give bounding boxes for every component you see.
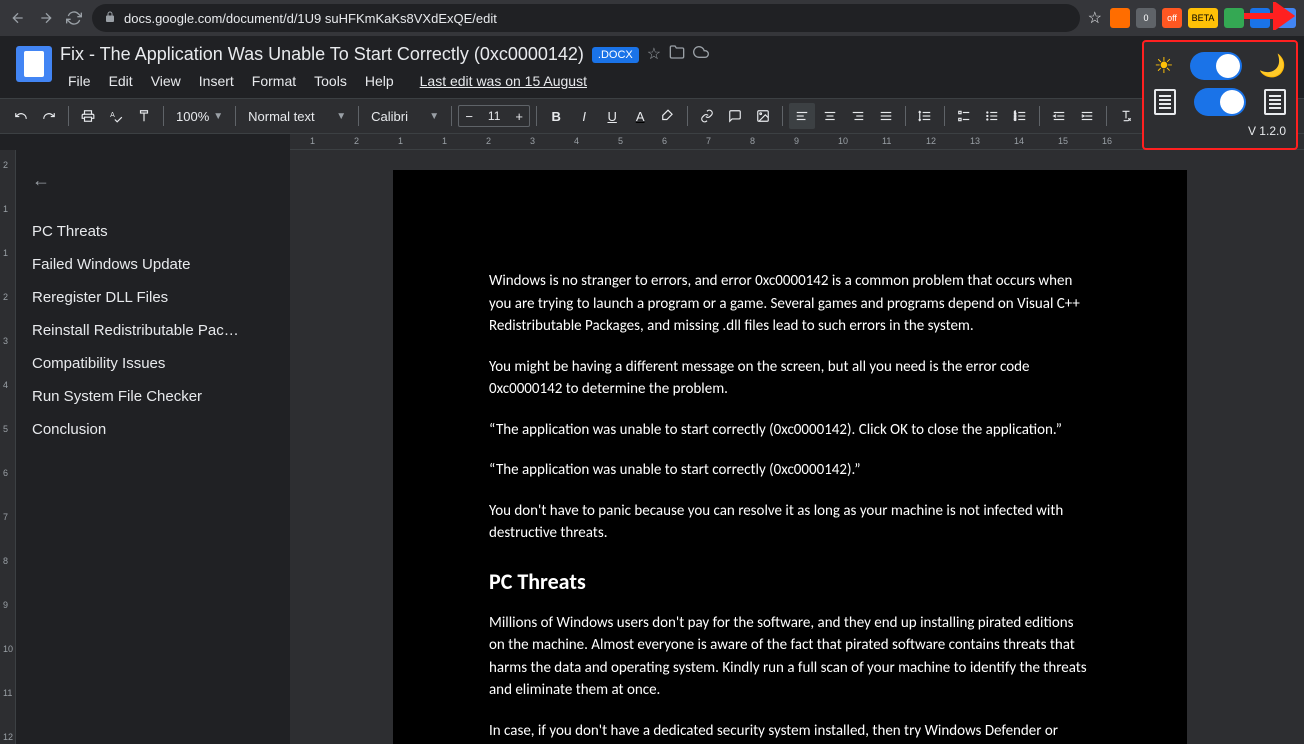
bookmark-star-icon[interactable]: ☆ <box>1088 8 1102 28</box>
back-button[interactable] <box>8 8 28 28</box>
url-text: docs.google.com/document/d/1U9 suHFKmKaK… <box>124 11 497 26</box>
font-size-decrease[interactable]: − <box>459 106 479 126</box>
outline-item-6[interactable]: Conclusion <box>32 413 274 446</box>
lock-icon <box>104 11 116 26</box>
outline-back-button[interactable]: ← <box>32 170 274 191</box>
spellcheck-button[interactable]: A <box>103 103 129 129</box>
paragraph: “The application was unable to start cor… <box>489 459 1091 482</box>
align-left-button[interactable] <box>789 103 815 129</box>
numbered-list-button[interactable]: 123 <box>1007 103 1033 129</box>
line-spacing-button[interactable] <box>912 103 938 129</box>
menu-format[interactable]: Format <box>244 69 304 93</box>
bold-button[interactable]: B <box>543 103 569 129</box>
document-title[interactable]: Fix - The Application Was Unable To Star… <box>60 44 584 65</box>
heading: PC Threats <box>489 565 1091 598</box>
last-edit-link[interactable]: Last edit was on 15 August <box>412 69 595 93</box>
formatting-toolbar: A 100%▼ Normal text▼ Calibri▼ − 11 + B I… <box>0 98 1304 134</box>
font-family-select[interactable]: Calibri▼ <box>365 107 445 126</box>
align-justify-button[interactable] <box>873 103 899 129</box>
dark-mode-toggle[interactable] <box>1190 52 1242 80</box>
insert-comment-button[interactable] <box>722 103 748 129</box>
paragraph: Windows is no stranger to errors, and er… <box>489 270 1091 338</box>
redo-button[interactable] <box>36 103 62 129</box>
vertical-scrollbar[interactable] <box>1290 150 1304 744</box>
paragraph: You don't have to panic because you can … <box>489 500 1091 545</box>
menu-insert[interactable]: Insert <box>191 69 242 93</box>
checklist-button[interactable] <box>951 103 977 129</box>
page-mode-toggle[interactable] <box>1194 88 1246 116</box>
zoom-select[interactable]: 100%▼ <box>170 107 229 126</box>
menu-edit[interactable]: Edit <box>101 69 141 93</box>
sun-icon: ☀ <box>1154 53 1174 79</box>
menu-help[interactable]: Help <box>357 69 402 93</box>
document-canvas[interactable]: Windows is no stranger to errors, and er… <box>290 150 1290 744</box>
outline-item-4[interactable]: Compatibility Issues <box>32 347 274 380</box>
docx-badge: .DOCX <box>592 47 639 63</box>
indent-increase-button[interactable] <box>1074 103 1100 129</box>
extension-popup: ☀ 🌙 V 1.2.0 <box>1142 40 1298 150</box>
insert-link-button[interactable] <box>694 103 720 129</box>
paragraph: You might be having a different message … <box>489 356 1091 401</box>
italic-button[interactable]: I <box>571 103 597 129</box>
ext-icon-beta[interactable]: BETA <box>1188 8 1218 28</box>
font-size-control: − 11 + <box>458 105 530 127</box>
highlight-button[interactable] <box>655 103 681 129</box>
svg-text:A: A <box>110 112 115 119</box>
text-color-button[interactable]: A <box>627 103 653 129</box>
document-outline: ← PC Threats Failed Windows Update Rereg… <box>16 150 290 744</box>
insert-image-button[interactable] <box>750 103 776 129</box>
vertical-ruler[interactable]: 21123456789101112 <box>0 150 16 744</box>
paint-format-button[interactable] <box>131 103 157 129</box>
svg-text:3: 3 <box>1014 118 1016 122</box>
ext-icon-5[interactable] <box>1224 8 1244 28</box>
paragraph-style-select[interactable]: Normal text▼ <box>242 107 352 126</box>
outline-item-1[interactable]: Failed Windows Update <box>32 248 274 281</box>
reload-button[interactable] <box>64 8 84 28</box>
print-button[interactable] <box>75 103 101 129</box>
ext-icon-badge-0[interactable]: 0 <box>1136 8 1156 28</box>
menu-view[interactable]: View <box>143 69 189 93</box>
indent-decrease-button[interactable] <box>1046 103 1072 129</box>
page-dark-icon <box>1264 89 1286 115</box>
align-right-button[interactable] <box>845 103 871 129</box>
browser-toolbar: docs.google.com/document/d/1U9 suHFKmKaK… <box>0 0 1304 36</box>
font-size-increase[interactable]: + <box>509 106 529 126</box>
align-center-button[interactable] <box>817 103 843 129</box>
star-icon[interactable]: ☆ <box>647 44 661 65</box>
outline-item-3[interactable]: Reinstall Redistributable Pac… <box>32 314 274 347</box>
paragraph: Millions of Windows users don't pay for … <box>489 612 1091 702</box>
menu-file[interactable]: File <box>60 69 99 93</box>
outline-item-5[interactable]: Run System File Checker <box>32 380 274 413</box>
url-bar[interactable]: docs.google.com/document/d/1U9 suHFKmKaK… <box>92 4 1080 32</box>
font-size-value[interactable]: 11 <box>479 109 509 123</box>
extension-version: V 1.2.0 <box>1154 124 1286 138</box>
ext-icon-1[interactable] <box>1110 8 1130 28</box>
forward-button[interactable] <box>36 8 56 28</box>
arrow-annotation-icon <box>1242 2 1296 30</box>
google-docs-logo[interactable] <box>16 46 52 82</box>
bullet-list-button[interactable] <box>979 103 1005 129</box>
docs-header: Fix - The Application Was Unable To Star… <box>0 36 1304 98</box>
paragraph: “The application was unable to start cor… <box>489 419 1091 442</box>
page-light-icon <box>1154 89 1176 115</box>
clear-formatting-button[interactable] <box>1113 103 1139 129</box>
menu-tools[interactable]: Tools <box>306 69 355 93</box>
moon-icon: 🌙 <box>1259 53 1286 79</box>
document-page[interactable]: Windows is no stranger to errors, and er… <box>393 170 1187 744</box>
paragraph: In case, if you don't have a dedicated s… <box>489 720 1091 744</box>
underline-button[interactable]: U <box>599 103 625 129</box>
ext-icon-off[interactable]: off <box>1162 8 1182 28</box>
outline-item-0[interactable]: PC Threats <box>32 215 274 248</box>
cloud-icon[interactable] <box>693 44 709 65</box>
undo-button[interactable] <box>8 103 34 129</box>
outline-item-2[interactable]: Reregister DLL Files <box>32 281 274 314</box>
move-icon[interactable] <box>669 44 685 65</box>
